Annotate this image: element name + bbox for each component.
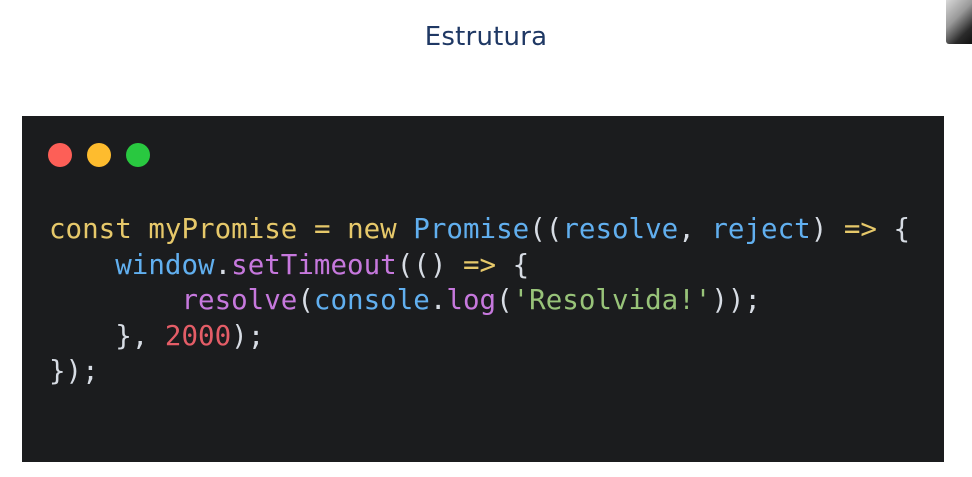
token-object: console <box>313 284 430 316</box>
code-line-1: const myPromise = new Promise((resolve, … <box>49 213 910 245</box>
token-keyword: new <box>347 213 397 245</box>
token-punctuation: (( <box>529 213 563 245</box>
slide-title: Estrutura <box>424 22 548 52</box>
token-punctuation: { <box>512 248 530 281</box>
token-string: 'Resolvida!' <box>512 284 712 316</box>
token-function: setTimeout <box>231 248 397 281</box>
code-line-5: }); <box>49 355 99 387</box>
token-number: 2000 <box>164 319 232 352</box>
token-param: resolve <box>562 213 679 245</box>
window-controls <box>48 143 150 167</box>
code-block: const myPromise = new Promise((resolve, … <box>49 212 910 390</box>
token-punctuation: { <box>893 213 911 245</box>
code-window: const myPromise = new Promise((resolve, … <box>22 116 944 462</box>
token-variable: myPromise <box>148 213 298 245</box>
token-class: Promise <box>413 213 530 245</box>
token-object: window <box>115 248 215 281</box>
token-function: log <box>446 284 497 316</box>
code-line-4: }, 2000); <box>49 320 264 352</box>
token-keyword: const <box>49 213 132 245</box>
token-operator: => <box>843 213 877 245</box>
token-punctuation: ) <box>810 213 828 245</box>
presenter-video-thumbnail <box>946 0 972 44</box>
token-punctuation: (() <box>396 248 447 281</box>
code-line-2: window.setTimeout(() => { <box>49 249 529 281</box>
token-param: reject <box>711 213 811 245</box>
token-punctuation: . <box>214 248 232 281</box>
token-function: resolve <box>181 284 298 316</box>
token-punctuation: }); <box>49 355 99 387</box>
token-punctuation: ( <box>496 284 513 316</box>
token-operator: = <box>313 213 331 245</box>
minimize-dot-icon <box>87 143 111 167</box>
token-punctuation: ); <box>231 319 265 352</box>
token-punctuation: , <box>678 213 695 245</box>
close-dot-icon <box>48 143 72 167</box>
maximize-dot-icon <box>126 143 150 167</box>
token-punctuation: ( <box>297 284 314 316</box>
token-punctuation: }, <box>115 319 149 352</box>
token-punctuation: . <box>429 284 447 316</box>
token-punctuation: )); <box>711 284 761 316</box>
token-operator: => <box>462 248 497 281</box>
code-line-3: resolve(console.log('Resolvida!')); <box>49 284 761 316</box>
